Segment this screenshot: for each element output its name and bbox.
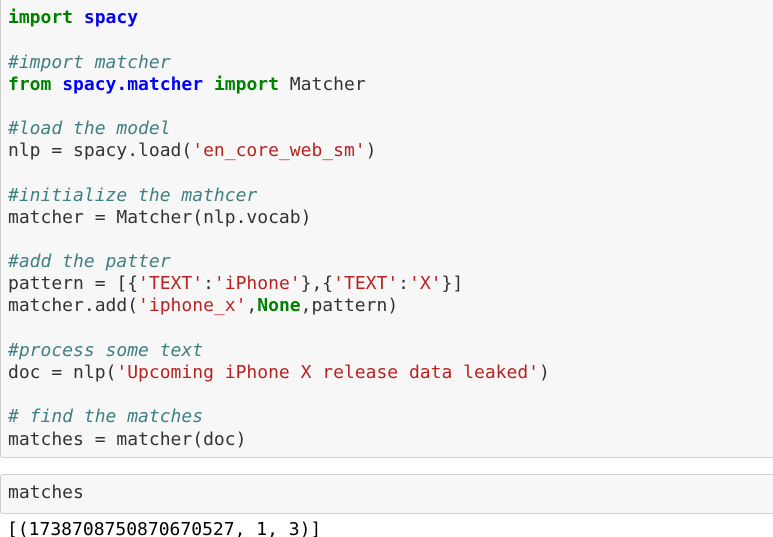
- code-cell[interactable]: import spacy #import matcher from spacy.…: [0, 0, 773, 458]
- comment: #process some text: [8, 340, 204, 361]
- code-line-comment-load: #load the model: [8, 118, 171, 140]
- code-line-comment-patter: #add the patter: [8, 251, 171, 273]
- module-matcher: spacy.matcher: [62, 74, 204, 95]
- code-line-pattern: pattern = [{'TEXT':'iPhone'},{'TEXT':'X'…: [8, 273, 463, 295]
- string-literal: 'Upcoming iPhone X release data leaked': [116, 362, 540, 383]
- string-literal: 'en_core_web_sm': [192, 140, 366, 161]
- string-literal: 'iphone_x': [138, 295, 247, 316]
- code-line-matcher-init: matcher = Matcher(nlp.vocab): [8, 207, 311, 229]
- code-text: :: [203, 273, 214, 294]
- code-line-import-spacy: import spacy: [8, 7, 138, 29]
- code-text: matcher = Matcher(nlp.vocab): [8, 207, 312, 228]
- code-text: matcher.add(: [8, 295, 139, 316]
- code-line-from-import: from spacy.matcher import Matcher: [8, 74, 366, 96]
- comment: #initialize the mathcer: [8, 185, 258, 206]
- module-spacy: spacy: [83, 7, 139, 28]
- code-text: ,: [246, 295, 258, 316]
- code-text: ,pattern): [300, 295, 399, 316]
- code-text: :: [398, 273, 410, 294]
- keyword-from: from: [8, 74, 52, 95]
- keyword-none: None: [257, 295, 301, 316]
- class-name: Matcher: [278, 74, 366, 95]
- code-text: ): [539, 362, 550, 383]
- keyword-import: import: [8, 7, 74, 28]
- code-line-comment-import: #import matcher: [8, 52, 171, 74]
- code-line-comment-process: #process some text: [8, 340, 203, 362]
- string-literal: 'TEXT': [138, 273, 204, 294]
- string-literal: 'TEXT': [333, 273, 399, 294]
- code-line-comment-find: # find the matches: [8, 406, 203, 428]
- code-text: nlp = spacy.load(: [8, 140, 193, 161]
- code-text: },{: [300, 273, 334, 294]
- code-text: ): [365, 140, 377, 161]
- code-line-comment-init: #initialize the mathcer: [8, 185, 257, 207]
- code-text: pattern = [{: [8, 273, 139, 294]
- code-line-nlp-load: nlp = spacy.load('en_core_web_sm'): [8, 140, 376, 162]
- string-literal: 'iPhone': [213, 273, 301, 294]
- code-line-matcher-add: matcher.add('iphone_x',None,pattern): [8, 295, 398, 317]
- code-text: doc = nlp(: [8, 362, 117, 383]
- matches-cell[interactable]: matches: [0, 474, 773, 514]
- code-text: matches = matcher(doc): [8, 429, 247, 450]
- code-line-matches: matches = matcher(doc): [8, 429, 246, 451]
- comment: # find the matches: [8, 406, 204, 427]
- comment: #import matcher: [8, 52, 171, 73]
- comment: #load the model: [8, 118, 171, 139]
- code-line-doc: doc = nlp('Upcoming iPhone X release dat…: [8, 362, 550, 384]
- comment: #add the patter: [8, 251, 171, 272]
- keyword-import: import: [213, 74, 279, 95]
- code-text: matches: [8, 482, 84, 503]
- cell-output: [(1738708750870670527, 1, 3)]: [7, 519, 322, 537]
- matches-input-line: matches: [8, 482, 84, 504]
- code-text: }]: [441, 273, 464, 294]
- string-literal: 'X': [409, 273, 442, 294]
